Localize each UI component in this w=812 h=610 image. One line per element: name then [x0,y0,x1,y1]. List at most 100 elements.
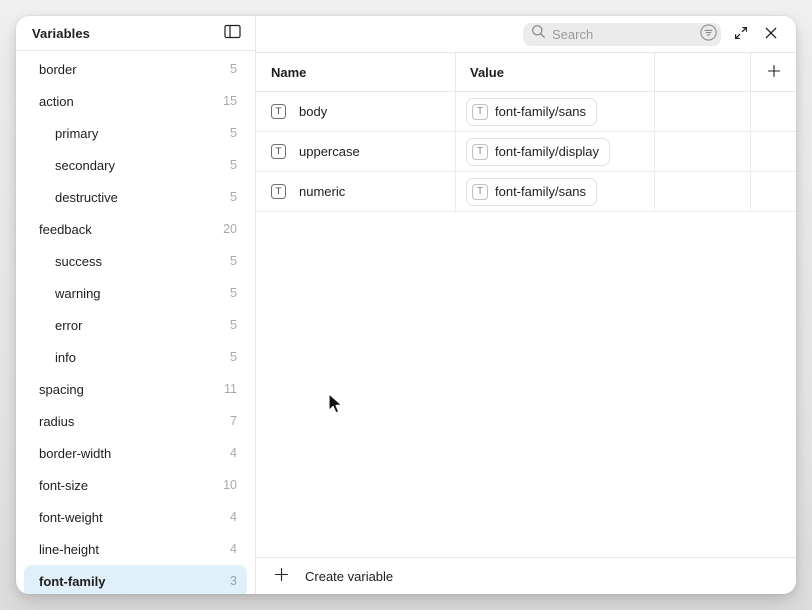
sidebar-item-label: warning [55,286,101,301]
value-pill[interactable]: T font-family/display [466,138,610,166]
plus-icon [274,567,289,585]
sidebar-item-label: font-size [39,478,88,493]
column-header-empty [655,53,751,91]
sidebar-item-label: border [39,62,77,77]
sidebar-item-action[interactable]: action 15 [24,85,247,117]
sidebar-item-font-family[interactable]: font-family 3 [24,565,247,594]
table-header: Name Value [256,52,796,92]
cell-value[interactable]: T font-family/sans [456,172,655,211]
column-header-name: Name [256,53,456,91]
sidebar-item-label: line-height [39,542,99,557]
sidebar-item-warning[interactable]: warning 5 [24,277,247,309]
create-variable-button[interactable] [269,564,293,588]
cell-name[interactable]: T uppercase [256,132,456,171]
sidebar-item-font-size[interactable]: font-size 10 [24,469,247,501]
close-button[interactable] [759,22,783,46]
cell-empty[interactable] [751,172,796,211]
variable-name: numeric [299,184,345,199]
main-header [256,16,796,52]
sidebar-item-label: error [55,318,82,333]
plus-icon [767,64,781,81]
panel-title: Variables [32,26,90,41]
sidebar-item-count: 7 [230,414,237,428]
sidebar-item-info[interactable]: info 5 [24,341,247,373]
search-icon [531,24,546,44]
sidebar-item-label: primary [55,126,98,141]
sidebar-item-error[interactable]: error 5 [24,309,247,341]
sidebar-item-count: 5 [230,126,237,140]
cell-empty[interactable] [751,92,796,131]
sidebar-item-label: feedback [39,222,92,237]
sidebar-item-count: 5 [230,190,237,204]
sidebar-item-label: success [55,254,102,269]
search-input[interactable] [552,27,698,42]
cell-empty[interactable] [751,132,796,171]
close-icon [764,26,778,43]
expand-icon [733,25,749,44]
sidebar-item-count: 11 [224,382,237,396]
table-row[interactable]: T uppercase T font-family/display [256,132,796,172]
sidebar-item-count: 5 [230,318,237,332]
sidebar-item-count: 10 [223,478,237,492]
text-variable-icon: T [271,184,286,199]
main-panel: Name Value T body T font-family/sans [256,16,796,594]
table-row[interactable]: T body T font-family/sans [256,92,796,132]
value-label: font-family/sans [495,104,586,119]
expand-button[interactable] [729,22,753,46]
sidebar-item-count: 15 [223,94,237,108]
sidebar-item-count: 5 [230,254,237,268]
filter-button[interactable] [698,24,719,45]
sidebar-item-count: 4 [230,542,237,556]
table-empty-area [256,212,796,557]
create-variable-label: Create variable [305,569,393,584]
add-column-button[interactable] [762,60,786,84]
sidebar-item-destructive[interactable]: destructive 5 [24,181,247,213]
sidebar-item-font-weight[interactable]: font-weight 4 [24,501,247,533]
sidebar-item-label: info [55,350,76,365]
sidebar-item-label: radius [39,414,74,429]
value-pill[interactable]: T font-family/sans [466,178,597,206]
text-variable-icon: T [472,184,488,200]
sidebar-item-feedback[interactable]: feedback 20 [24,213,247,245]
sidebar-item-count: 4 [230,510,237,524]
sidebar-item-line-height[interactable]: line-height 4 [24,533,247,565]
panel-toggle-button[interactable] [220,21,244,45]
table-row[interactable]: T numeric T font-family/sans [256,172,796,212]
cell-name[interactable]: T numeric [256,172,456,211]
cell-value[interactable]: T font-family/display [456,132,655,171]
value-label: font-family/sans [495,184,586,199]
column-header-value: Value [456,53,655,91]
sidebar-item-border[interactable]: border 5 [24,53,247,85]
sidebar-item-count: 5 [230,350,237,364]
sidebar: Variables border 5 action 15 primary 5 s… [16,16,256,594]
text-variable-icon: T [271,104,286,119]
sidebar-item-label: font-weight [39,510,103,525]
cell-value[interactable]: T font-family/sans [456,92,655,131]
sidebar-item-label: secondary [55,158,115,173]
sidebar-item-border-width[interactable]: border-width 4 [24,437,247,469]
variable-name: uppercase [299,144,360,159]
sidebar-item-count: 5 [230,158,237,172]
sidebar-item-radius[interactable]: radius 7 [24,405,247,437]
cell-empty[interactable] [655,172,751,211]
column-header-add [751,53,796,91]
sidebar-item-secondary[interactable]: secondary 5 [24,149,247,181]
sidebar-item-label: action [39,94,74,109]
search-field[interactable] [523,23,721,46]
sidebar-item-label: font-family [39,574,105,589]
cell-empty[interactable] [655,132,751,171]
cell-name[interactable]: T body [256,92,456,131]
sidebar-item-count: 4 [230,446,237,460]
sidebar-item-count: 5 [230,62,237,76]
sidebar-item-count: 5 [230,286,237,300]
text-variable-icon: T [472,104,488,120]
variable-group-list: border 5 action 15 primary 5 secondary 5… [16,51,255,594]
sidebar-item-success[interactable]: success 5 [24,245,247,277]
sidebar-item-spacing[interactable]: spacing 11 [24,373,247,405]
variable-name: body [299,104,327,119]
sidebar-item-primary[interactable]: primary 5 [24,117,247,149]
value-pill[interactable]: T font-family/sans [466,98,597,126]
sidebar-item-label: border-width [39,446,111,461]
cell-empty[interactable] [655,92,751,131]
sidebar-item-count: 20 [223,222,237,236]
